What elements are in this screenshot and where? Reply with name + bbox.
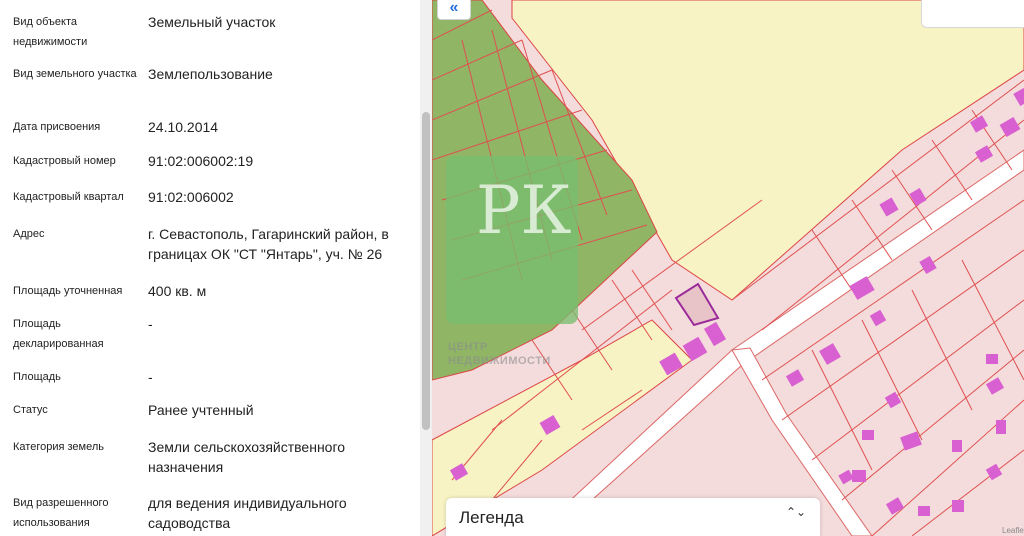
chevron-up-down-icon[interactable]: ⌃⌄ bbox=[786, 506, 806, 529]
property-row: Площадь - bbox=[0, 367, 420, 387]
cadastral-number-value[interactable]: 91:02:006002:19 bbox=[148, 151, 410, 171]
property-label: Дата присвоения bbox=[13, 121, 101, 133]
property-label: Вид объекта недвижимости bbox=[13, 16, 88, 48]
property-row: Вид объекта недвижимости Земельный участ… bbox=[0, 12, 420, 52]
property-label: Адрес bbox=[13, 228, 45, 240]
property-row: Кадастровый квартал 91:02:006002 bbox=[0, 187, 420, 207]
watermark-text: ЦЕНТР НЕДВИЖИМОСТИ bbox=[448, 341, 551, 367]
property-row: Площадь декларированная - bbox=[0, 314, 420, 354]
cadastral-quarter-value[interactable]: 91:02:006002 bbox=[148, 187, 410, 207]
status-value: Ранее учтенный bbox=[148, 402, 254, 418]
property-label: Категория земель bbox=[13, 441, 104, 453]
property-row: Статус Ранее учтенный bbox=[0, 400, 420, 420]
property-value: для ведения индивидуального садоводства bbox=[148, 495, 347, 531]
legend-title: Легенда bbox=[459, 508, 524, 527]
property-details-panel: Вид объекта недвижимости Земельный участ… bbox=[0, 0, 420, 536]
double-chevron-left-icon: « bbox=[449, 0, 459, 16]
property-value: Земли сельскохозяйственного назначения bbox=[148, 439, 346, 475]
map-attribution[interactable]: Leaflet bbox=[1002, 526, 1024, 535]
address-value: г. Севастополь, Гагаринский район, в гра… bbox=[148, 226, 389, 262]
watermark-letters: РК bbox=[476, 172, 572, 249]
property-value: Землепользование bbox=[148, 66, 273, 82]
property-label: Площадь декларированная bbox=[13, 318, 104, 350]
property-value: 24.10.2014 bbox=[148, 119, 219, 135]
property-label: Площадь bbox=[13, 371, 61, 383]
property-row: Вид разрешенного использования для веден… bbox=[0, 493, 420, 533]
property-label: Вид земельного участка bbox=[13, 68, 137, 80]
property-value: - bbox=[148, 316, 153, 332]
property-label: Кадастровый квартал bbox=[13, 191, 124, 203]
property-value: Земельный участок bbox=[148, 14, 276, 30]
property-value: - bbox=[148, 369, 153, 385]
collapse-panel-button[interactable]: « bbox=[437, 0, 471, 20]
scrollbar-thumb[interactable] bbox=[422, 112, 430, 430]
property-row: Кадастровый номер 91:02:006002:19 bbox=[0, 151, 420, 171]
property-row: Вид земельного участка Землепользование bbox=[0, 64, 420, 104]
property-label: Кадастровый номер bbox=[13, 155, 116, 167]
property-label: Статус bbox=[13, 404, 48, 416]
property-label: Вид разрешенного использования bbox=[13, 497, 109, 529]
property-row: Площадь уточненная 400 кв. м bbox=[0, 281, 420, 301]
property-row: Категория земель Земли сельскохозяйствен… bbox=[0, 437, 420, 477]
property-label: Площадь уточненная bbox=[13, 285, 123, 297]
legend-panel[interactable]: Легенда ⌃⌄ bbox=[446, 498, 820, 536]
property-row: Адрес г. Севастополь, Гагаринский район,… bbox=[0, 224, 420, 264]
property-value: 400 кв. м bbox=[148, 283, 207, 299]
panel-scrollbar[interactable] bbox=[420, 0, 432, 536]
map-search-box[interactable] bbox=[921, 0, 1024, 28]
property-row: Дата присвоения 24.10.2014 bbox=[0, 117, 420, 137]
